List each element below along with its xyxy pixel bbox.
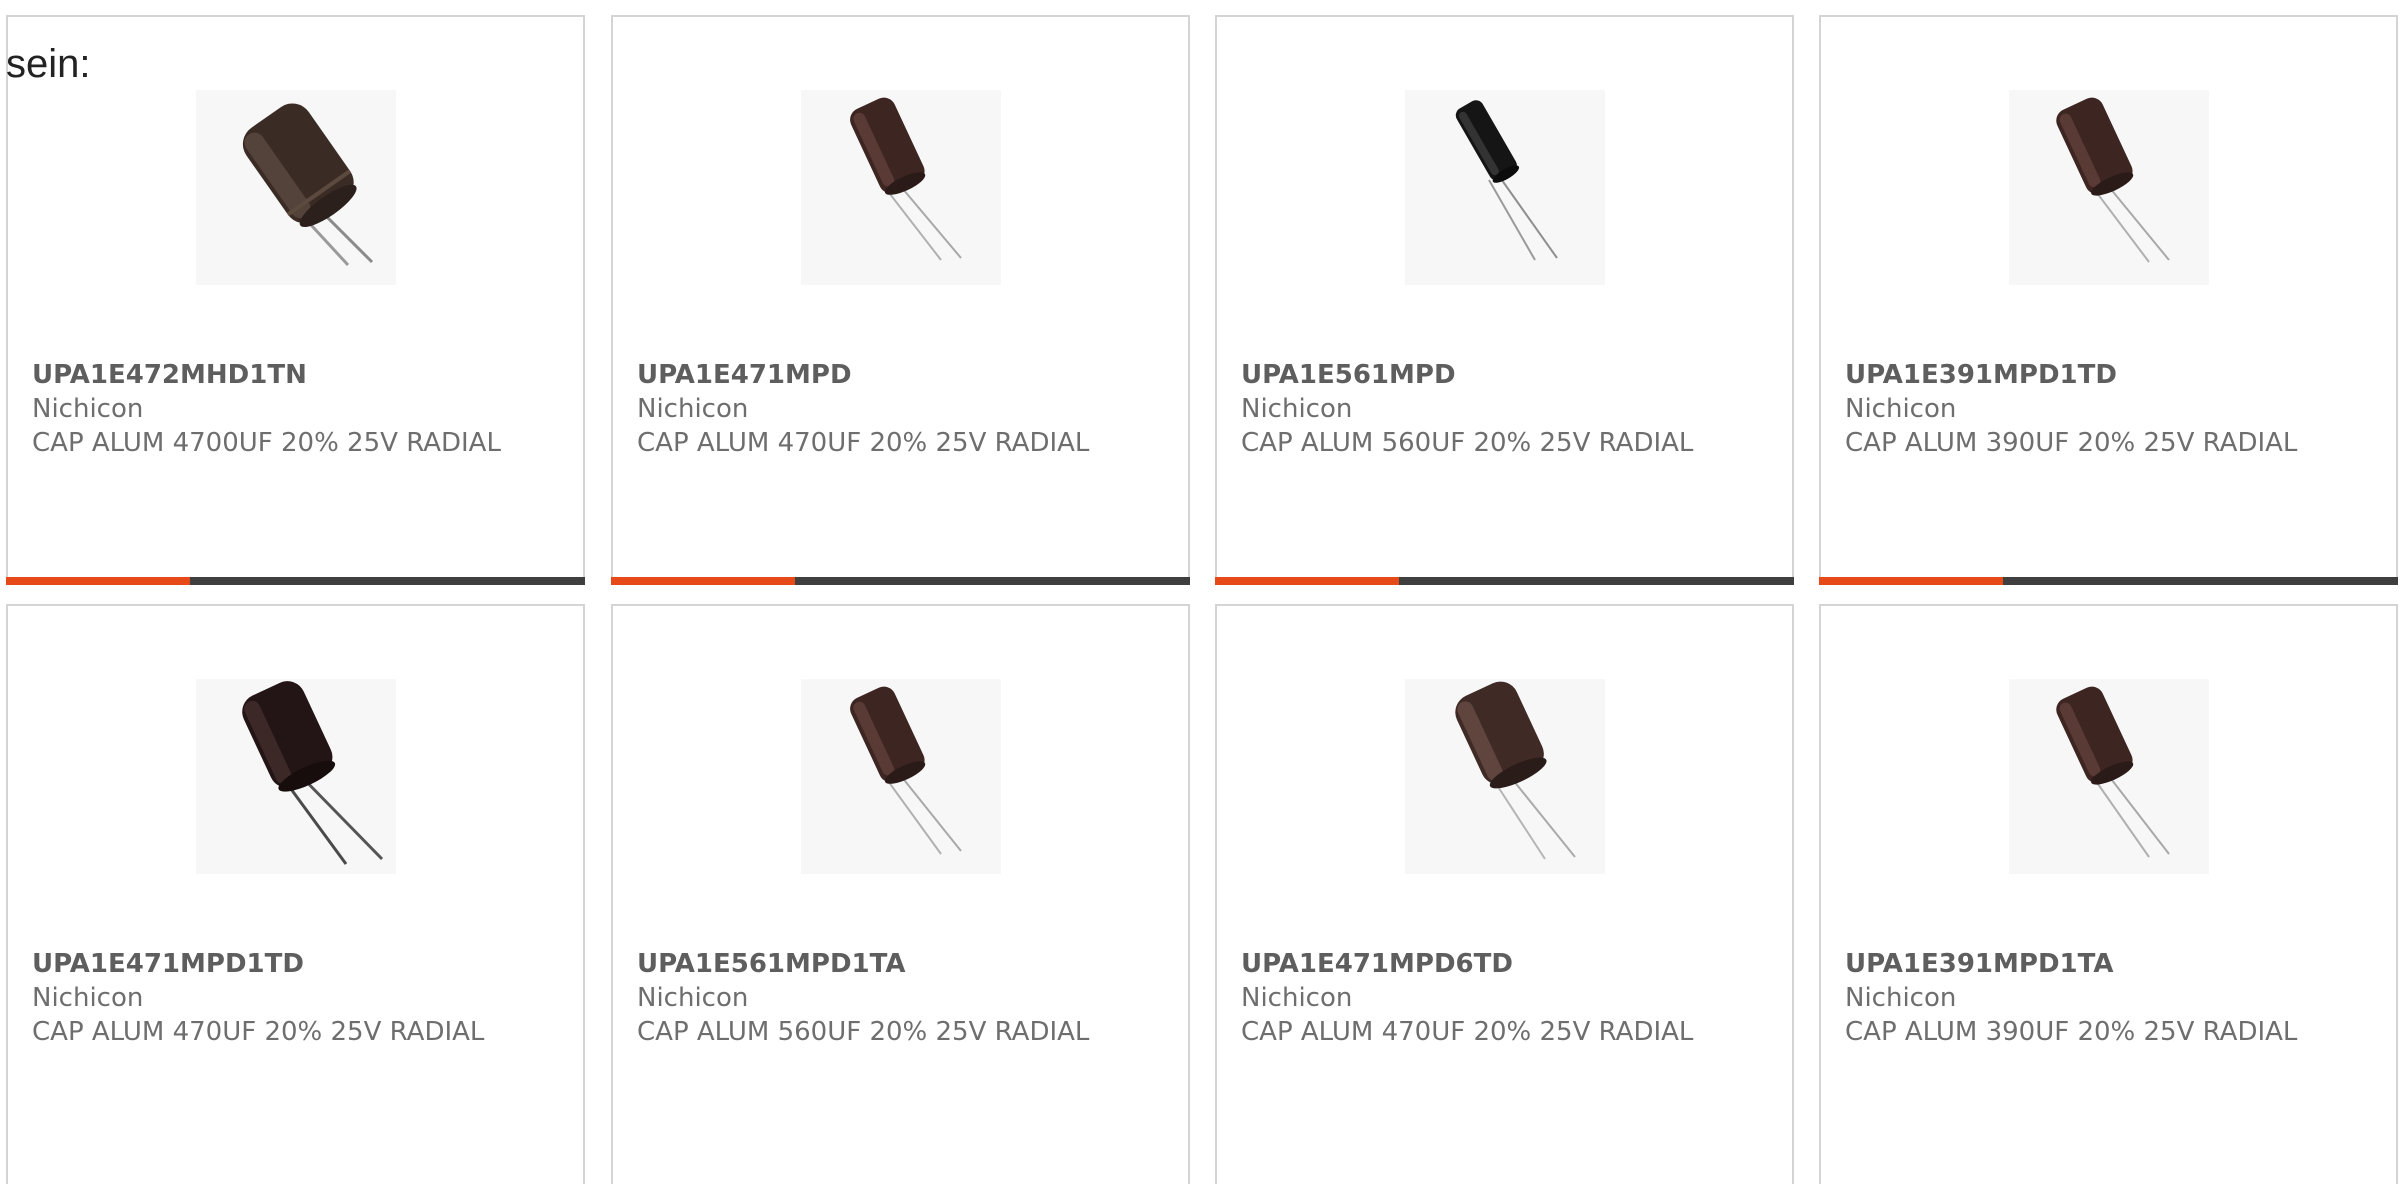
manufacturer: Nichicon [637,983,749,1013]
product-info: UPA1E561MPD Nichicon CAP ALUM 560UF 20% … [1241,358,1772,460]
part-number-link[interactable]: UPA1E472MHD1TN [32,358,563,392]
product-image[interactable] [195,679,396,874]
part-number-link[interactable]: UPA1E471MPD [637,358,1168,392]
description: CAP ALUM 390UF 20% 25V RADIAL [1845,428,2298,458]
card-footer-bar [1819,577,2398,585]
description: CAP ALUM 470UF 20% 25V RADIAL [1241,1017,1694,1047]
product-info: UPA1E471MPD6TD Nichicon CAP ALUM 470UF 2… [1241,947,1772,1049]
radial-capacitor-icon [849,97,962,261]
part-number-link[interactable]: UPA1E391MPD1TD [1845,358,2376,392]
product-card[interactable]: UPA1E561MPD1TA Nichicon CAP ALUM 560UF 2… [611,604,1190,1184]
product-card[interactable]: UPA1E391MPD1TA Nichicon CAP ALUM 390UF 2… [1819,604,2398,1184]
product-info: UPA1E391MPD1TD Nichicon CAP ALUM 390UF 2… [1845,358,2376,460]
product-image[interactable] [2008,679,2209,874]
product-card[interactable]: UPA1E472MHD1TN Nichicon CAP ALUM 4700UF … [6,15,585,585]
card-accent-bar [1215,577,1399,585]
product-info: UPA1E471MPD Nichicon CAP ALUM 470UF 20% … [637,358,1168,460]
description: CAP ALUM 470UF 20% 25V RADIAL [32,1017,485,1047]
product-card[interactable]: UPA1E471MPD6TD Nichicon CAP ALUM 470UF 2… [1215,604,1794,1184]
product-image[interactable] [1404,679,1605,874]
card-accent-bar [6,577,190,585]
product-info: UPA1E472MHD1TN Nichicon CAP ALUM 4700UF … [32,358,563,460]
part-number-link[interactable]: UPA1E471MPD6TD [1241,947,1772,981]
description: CAP ALUM 390UF 20% 25V RADIAL [1845,1017,2298,1047]
description: CAP ALUM 560UF 20% 25V RADIAL [637,1017,1090,1047]
description: CAP ALUM 560UF 20% 25V RADIAL [1241,428,1694,458]
radial-capacitor-icon [241,681,383,865]
radial-capacitor-icon [2055,686,2170,858]
product-card[interactable]: UPA1E391MPD1TD Nichicon CAP ALUM 390UF 2… [1819,15,2398,585]
card-footer-bar [1215,577,1794,585]
product-image[interactable] [195,90,396,285]
manufacturer: Nichicon [32,394,144,424]
product-info: UPA1E471MPD1TD Nichicon CAP ALUM 470UF 2… [32,947,563,1049]
part-number-link[interactable]: UPA1E561MPD1TA [637,947,1168,981]
card-accent-bar [1819,577,2003,585]
description: CAP ALUM 4700UF 20% 25V RADIAL [32,428,501,458]
part-number-link[interactable]: UPA1E561MPD [1241,358,1772,392]
product-card[interactable]: UPA1E471MPD1TD Nichicon CAP ALUM 470UF 2… [6,604,585,1184]
card-footer-bar [6,577,585,585]
product-image[interactable] [2008,90,2209,285]
product-image[interactable] [800,90,1001,285]
description: CAP ALUM 470UF 20% 25V RADIAL [637,428,1090,458]
radial-capacitor-icon [1454,681,1576,860]
card-footer-bar [611,577,1190,585]
manufacturer: Nichicon [637,394,749,424]
product-info: UPA1E391MPD1TA Nichicon CAP ALUM 390UF 2… [1845,947,2376,1049]
radial-capacitor-icon [1455,100,1558,261]
product-image[interactable] [800,679,1001,874]
radial-capacitor-icon [2055,97,2170,263]
manufacturer: Nichicon [1241,394,1353,424]
manufacturer: Nichicon [1845,394,1957,424]
manufacturer: Nichicon [1241,983,1353,1013]
product-info: UPA1E561MPD1TA Nichicon CAP ALUM 560UF 2… [637,947,1168,1049]
manufacturer: Nichicon [32,983,144,1013]
manufacturer: Nichicon [1845,983,1957,1013]
part-number-link[interactable]: UPA1E391MPD1TA [1845,947,2376,981]
product-card[interactable]: UPA1E561MPD Nichicon CAP ALUM 560UF 20% … [1215,15,1794,585]
radial-capacitor-icon [242,103,373,267]
part-number-link[interactable]: UPA1E471MPD1TD [32,947,563,981]
card-accent-bar [611,577,795,585]
product-card[interactable]: UPA1E471MPD Nichicon CAP ALUM 470UF 20% … [611,15,1190,585]
radial-capacitor-icon [849,686,962,855]
product-image[interactable] [1404,90,1605,285]
intro-text: sein: [6,42,91,86]
